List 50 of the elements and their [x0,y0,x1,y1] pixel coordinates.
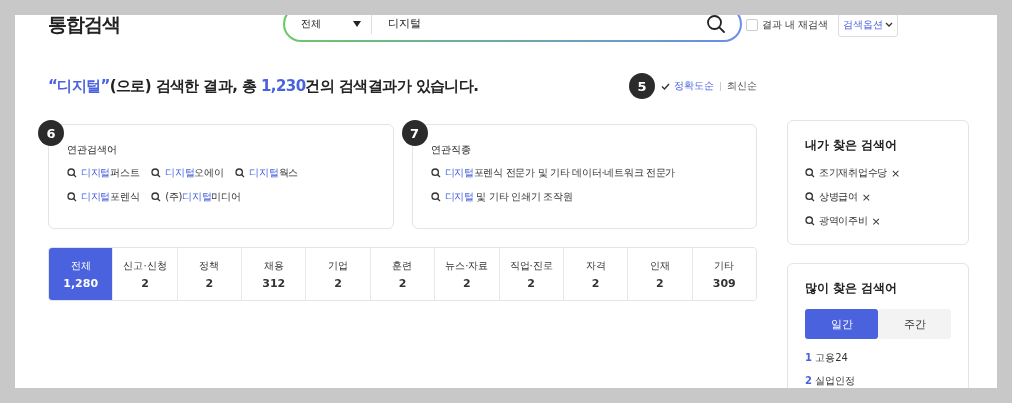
related-term[interactable]: 디지털포렌식 전문가 및 기타 데이터·네트워크 전문가 [430,166,676,180]
search-icon [235,168,246,178]
recent-search-term[interactable]: 조기재취업수당 [805,166,887,180]
related-term[interactable]: 디지털퍼스트 [67,166,140,180]
chevron-icon [885,22,894,28]
sort-option[interactable]: 최신순 [727,79,757,93]
search-icon [430,192,441,202]
number-badge: 7 [401,120,428,146]
recent-search-term[interactable]: 상병급여 [805,190,858,204]
search-icon [151,192,162,202]
category-tab[interactable]: 전체 1,280 [49,248,113,300]
search-icon [805,192,815,202]
popular-search-item[interactable]: 1 고용24 [805,351,951,365]
sort-option[interactable]: 정확도순 [661,79,714,93]
popular-search-item[interactable]: 2 실업인정 [805,374,951,388]
search-query: 디지털 [388,16,422,31]
recent-search-term[interactable]: 광역이주비 [805,214,868,228]
remove-button[interactable]: × [861,190,872,204]
number-badge: 5 [629,73,655,99]
card-title: 연관직종 [430,143,472,157]
search-icon [430,168,441,178]
remove-button[interactable]: × [890,166,901,180]
search-icon [805,168,815,178]
related-term[interactable]: 디지털 및 기타 인쇄기 조작원 [430,190,573,204]
related-term[interactable]: (주)디지털미디어 [151,190,241,204]
period-tab[interactable]: 주간 [878,309,951,339]
related-term[interactable]: 디지털오에이 [151,166,224,180]
page-title: 통합검색 [48,15,121,37]
category-tab[interactable]: 기타 309 [691,248,756,300]
search-icon[interactable] [706,15,726,34]
search-options-button[interactable]: 검색옵션 [838,15,899,37]
related-term[interactable]: 디지털웍스 [235,166,298,180]
check-icon [661,82,670,90]
remove-button[interactable]: × [871,214,881,228]
search-icon [67,168,77,178]
related-term[interactable]: 디지털포렌식 [67,190,140,204]
search-icon [67,192,77,202]
card-title: 내가 찾은 검색어 [805,137,899,154]
search-field[interactable]: 전체 디지털 [283,15,742,42]
caret-icon [353,20,361,27]
refine-label: 결과 내 재검색 [762,18,829,32]
card-title: 많이 찾은 검색어 [805,280,899,297]
scope-dropdown[interactable]: 전체 [301,16,361,31]
period-tab[interactable]: 일간 [805,309,878,339]
result-summary: “디지털”(으로) 검색한 결과, 총 1,230건의 검색결과가 있습니다. [48,76,479,96]
search-icon [151,168,162,178]
refine-checkbox[interactable] [746,19,758,31]
card-title: 연관검색어 [67,143,118,157]
number-badge: 6 [38,120,64,146]
search-icon [805,216,815,226]
